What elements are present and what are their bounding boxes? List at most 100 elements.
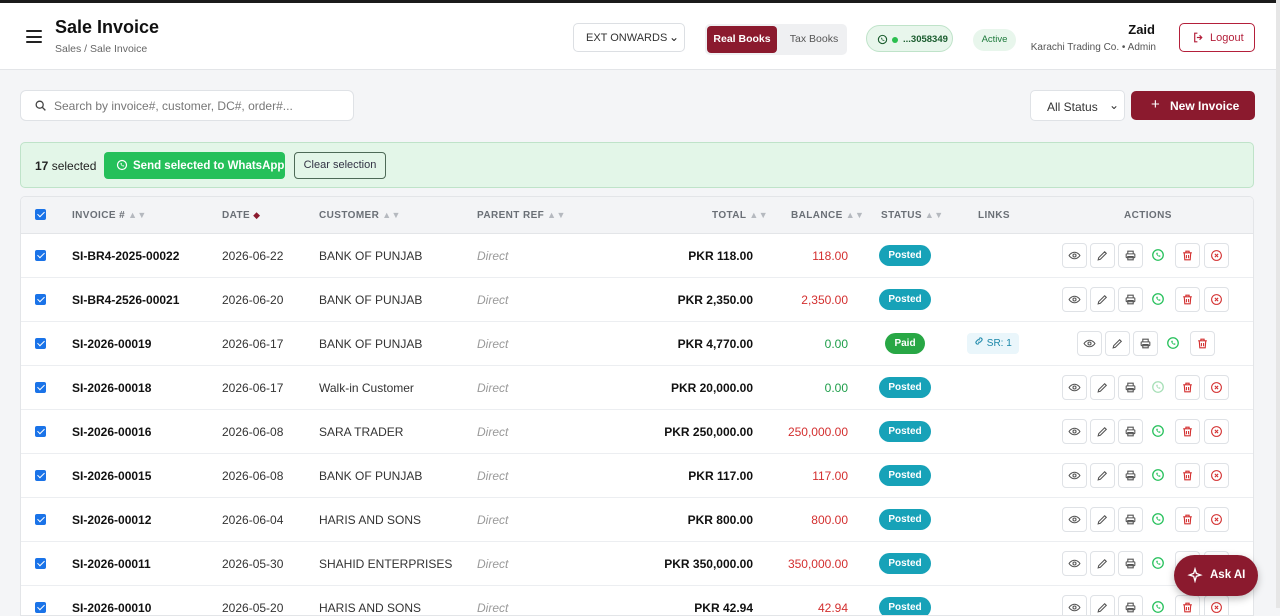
whatsapp-button[interactable]	[1161, 331, 1186, 356]
delete-button[interactable]	[1190, 331, 1215, 356]
edit-button[interactable]	[1105, 331, 1130, 356]
edit-button[interactable]	[1090, 287, 1115, 312]
table-row[interactable]: SI-2026-00018 2026-06-17 Walk-in Customer D…	[21, 366, 1253, 410]
print-button[interactable]	[1118, 375, 1143, 400]
edit-button[interactable]	[1090, 243, 1115, 268]
view-button[interactable]	[1062, 419, 1087, 444]
invoice-number[interactable]: SI-2026-00015	[72, 469, 151, 483]
cancel-button[interactable]	[1204, 375, 1229, 400]
view-button[interactable]	[1062, 375, 1087, 400]
whatsapp-button[interactable]	[1146, 375, 1171, 400]
invoice-number[interactable]: SI-2026-00011	[72, 557, 151, 571]
row-checkbox[interactable]	[35, 558, 46, 569]
new-invoice-button[interactable]: + New Invoice	[1131, 91, 1255, 120]
print-button[interactable]	[1118, 551, 1143, 576]
table-row[interactable]: SI-2026-00016 2026-06-08 SARA TRADER Direct…	[21, 410, 1253, 454]
whatsapp-button[interactable]	[1146, 243, 1171, 268]
delete-button[interactable]	[1175, 243, 1200, 268]
cancel-button[interactable]	[1204, 463, 1229, 488]
link-chip[interactable]: SR: 1	[967, 333, 1019, 354]
logout-button[interactable]: Logout	[1179, 23, 1255, 52]
edit-button[interactable]	[1090, 507, 1115, 532]
delete-button[interactable]	[1175, 507, 1200, 532]
view-button[interactable]	[1062, 243, 1087, 268]
whatsapp-button[interactable]	[1146, 507, 1171, 532]
delete-button[interactable]	[1175, 375, 1200, 400]
table-row[interactable]: SI-2026-00010 2026-05-20 HARIS AND SONS Dir…	[21, 586, 1253, 615]
table-row[interactable]: SI-BR4-2526-00021 2026-06-20 BANK OF PUNJA…	[21, 278, 1253, 322]
whatsapp-button[interactable]	[1146, 419, 1171, 444]
row-checkbox[interactable]	[35, 514, 46, 525]
view-button[interactable]	[1062, 507, 1087, 532]
cancel-button[interactable]	[1204, 507, 1229, 532]
row-checkbox[interactable]	[35, 294, 46, 305]
real-books-button[interactable]: Real Books	[707, 26, 777, 53]
menu-icon[interactable]	[26, 30, 42, 43]
print-button[interactable]	[1118, 595, 1143, 615]
delete-button[interactable]	[1175, 419, 1200, 444]
col-invoice[interactable]: INVOICE # ▲▼	[72, 210, 147, 221]
row-checkbox[interactable]	[35, 426, 46, 437]
print-button[interactable]	[1118, 243, 1143, 268]
tax-books-button[interactable]: Tax Books	[783, 26, 845, 53]
view-button[interactable]	[1062, 595, 1087, 615]
whatsapp-status-pill[interactable]: ...3058349	[866, 25, 953, 52]
page-scrollbar[interactable]	[1276, 0, 1280, 608]
view-button[interactable]	[1062, 463, 1087, 488]
edit-button[interactable]	[1090, 595, 1115, 615]
whatsapp-button[interactable]	[1146, 595, 1171, 615]
status-filter-select[interactable]: All Status ⌄	[1030, 90, 1125, 121]
invoice-number[interactable]: SI-BR4-2526-00021	[72, 293, 179, 307]
clear-selection-button[interactable]: Clear selection	[294, 152, 386, 179]
table-row[interactable]: SI-BR4-2025-00022 2026-06-22 BANK OF PUNJA…	[21, 234, 1253, 278]
cancel-button[interactable]	[1204, 287, 1229, 312]
col-status[interactable]: STATUS ▲▼	[881, 210, 944, 221]
row-checkbox[interactable]	[35, 338, 46, 349]
ask-ai-button[interactable]: Ask AI	[1174, 555, 1258, 596]
row-checkbox[interactable]	[35, 470, 46, 481]
col-customer[interactable]: CUSTOMER ▲▼	[319, 210, 401, 221]
edit-button[interactable]	[1090, 419, 1115, 444]
cancel-button[interactable]	[1204, 595, 1229, 615]
send-whatsapp-button[interactable]: Send selected to WhatsApp	[104, 152, 285, 179]
print-button[interactable]	[1133, 331, 1158, 356]
col-date[interactable]: DATE ◆	[222, 210, 260, 221]
table-row[interactable]: SI-2026-00019 2026-06-17 BANK OF PUNJAB Dir…	[21, 322, 1253, 366]
table-row[interactable]: SI-2026-00015 2026-06-08 BANK OF PUNJAB Dir…	[21, 454, 1253, 498]
row-checkbox[interactable]	[35, 250, 46, 261]
invoice-number[interactable]: SI-2026-00010	[72, 601, 151, 615]
col-total[interactable]: TOTAL ▲▼	[712, 210, 768, 221]
print-button[interactable]	[1118, 507, 1143, 532]
delete-button[interactable]	[1175, 463, 1200, 488]
edit-button[interactable]	[1090, 375, 1115, 400]
view-button[interactable]	[1062, 287, 1087, 312]
search-icon	[34, 99, 47, 117]
print-button[interactable]	[1118, 419, 1143, 444]
col-balance[interactable]: BALANCE ▲▼	[791, 210, 864, 221]
table-row[interactable]: SI-2026-00012 2026-06-04 HARIS AND SONS Dir…	[21, 498, 1253, 542]
cancel-button[interactable]	[1204, 243, 1229, 268]
invoice-number[interactable]: SI-2026-00018	[72, 381, 151, 395]
print-button[interactable]	[1118, 287, 1143, 312]
invoice-number[interactable]: SI-2026-00019	[72, 337, 151, 351]
cancel-button[interactable]	[1204, 419, 1229, 444]
invoice-number[interactable]: SI-2026-00012	[72, 513, 151, 527]
select-all-checkbox[interactable]	[35, 209, 46, 220]
delete-button[interactable]	[1175, 287, 1200, 312]
row-checkbox[interactable]	[35, 382, 46, 393]
whatsapp-button[interactable]	[1146, 463, 1171, 488]
search-input[interactable]	[54, 91, 344, 120]
company-select[interactable]: EXT ONWARDS ⌄	[573, 23, 685, 52]
col-parent-ref[interactable]: PARENT REF ▲▼	[477, 210, 566, 221]
whatsapp-button[interactable]	[1146, 287, 1171, 312]
edit-button[interactable]	[1090, 551, 1115, 576]
invoice-number[interactable]: SI-BR4-2025-00022	[72, 249, 179, 263]
view-button[interactable]	[1077, 331, 1102, 356]
view-button[interactable]	[1062, 551, 1087, 576]
whatsapp-button[interactable]	[1146, 551, 1171, 576]
edit-button[interactable]	[1090, 463, 1115, 488]
table-row[interactable]: SI-2026-00011 2026-05-30 SHAHID ENTERPRISE…	[21, 542, 1253, 586]
invoice-number[interactable]: SI-2026-00016	[72, 425, 151, 439]
delete-button[interactable]	[1175, 595, 1200, 615]
print-button[interactable]	[1118, 463, 1143, 488]
